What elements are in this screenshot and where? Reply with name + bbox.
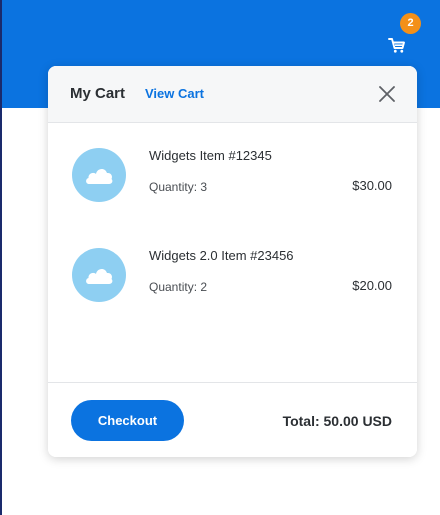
item-price: $30.00 [352,178,392,193]
item-name: Widgets Item #12345 [149,148,272,163]
item-quantity: Quantity: 3 [149,180,208,194]
item-image [72,248,126,302]
cloud-icon [86,168,113,184]
close-button[interactable] [376,83,398,105]
cart-popover-header: My Cart View Cart [48,66,417,123]
cart-total: Total: 50.00 USD [282,413,392,429]
shopping-cart-icon [388,38,405,53]
cart-title: My Cart [70,85,126,102]
cart-count-badge: 2 [400,13,421,34]
cart-item: Widgets Item #12345 Quantity: 3 $30.00 [48,148,417,228]
item-price: $20.00 [352,278,392,293]
cart-popover: My Cart View Cart Widgets Item #12345 Qu… [48,66,417,457]
item-quantity: Quantity: 2 [149,280,208,294]
cloud-icon [86,268,113,284]
close-icon [379,86,395,102]
shopping-cart-button[interactable] [385,33,409,57]
cart-popover-footer: Checkout Total: 50.00 USD [48,382,417,457]
view-cart-link[interactable]: View Cart [145,86,204,101]
checkout-button[interactable]: Checkout [71,400,184,441]
item-image [72,148,126,202]
item-name: Widgets 2.0 Item #23456 [149,248,294,263]
cart-item: Widgets 2.0 Item #23456 Quantity: 2 $20.… [48,248,417,328]
